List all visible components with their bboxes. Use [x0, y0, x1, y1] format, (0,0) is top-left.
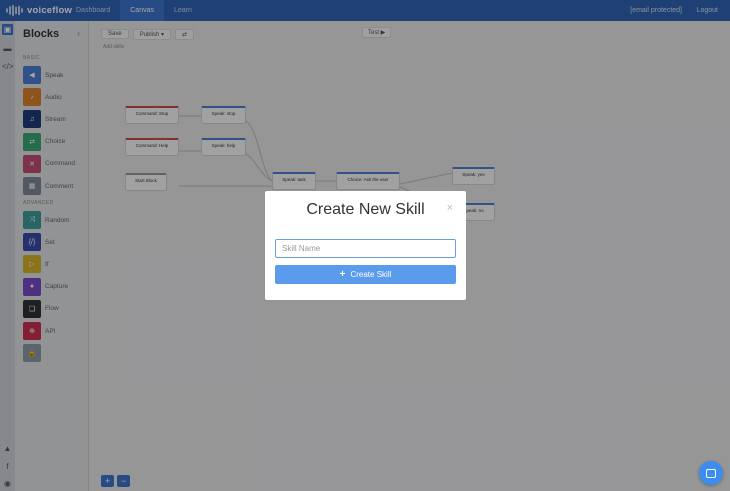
close-icon[interactable]: × — [447, 202, 453, 214]
create-skill-label: Create Skill — [350, 270, 392, 279]
skill-name-input[interactable] — [275, 239, 456, 258]
chat-icon — [706, 468, 716, 478]
plus-icon: + — [339, 268, 346, 280]
create-skill-button[interactable]: + Create Skill — [275, 265, 456, 284]
chat-support-button[interactable] — [699, 461, 723, 485]
modal-title: Create New Skill — [306, 201, 425, 218]
create-skill-modal: Create New Skill × + Create Skill — [265, 191, 466, 300]
